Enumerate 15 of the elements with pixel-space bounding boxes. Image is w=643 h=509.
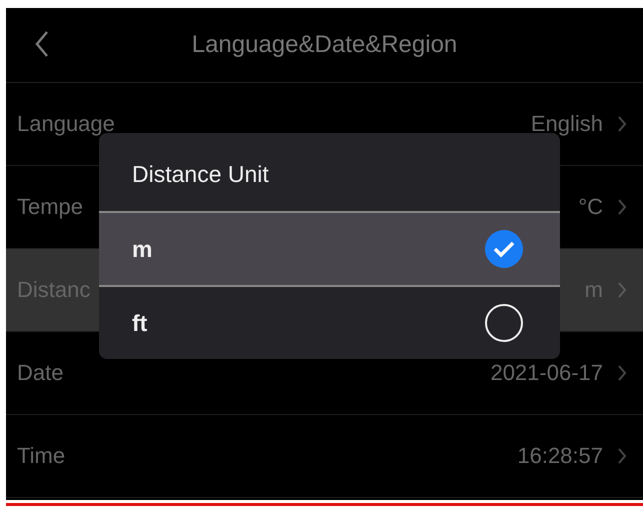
chevron-right-icon [617, 447, 627, 465]
setting-value: °C [578, 194, 603, 220]
unit-option[interactable]: ft [99, 285, 560, 359]
unit-option[interactable]: m [99, 213, 560, 285]
setting-label: Tempe [17, 194, 84, 220]
setting-row[interactable]: Time 16:28:57 [6, 415, 643, 498]
screen-title: Language&Date&Region [190, 31, 458, 59]
setting-label: Date [17, 360, 64, 386]
setting-label: Time [17, 443, 66, 469]
chevron-right-icon [617, 364, 627, 382]
chevron-right-icon [617, 198, 627, 216]
chevron-right-icon [617, 281, 627, 299]
setting-value: 16:28:57 [517, 443, 603, 469]
setting-value: 2021-06-17 [490, 360, 603, 386]
chevron-right-icon [617, 115, 627, 133]
